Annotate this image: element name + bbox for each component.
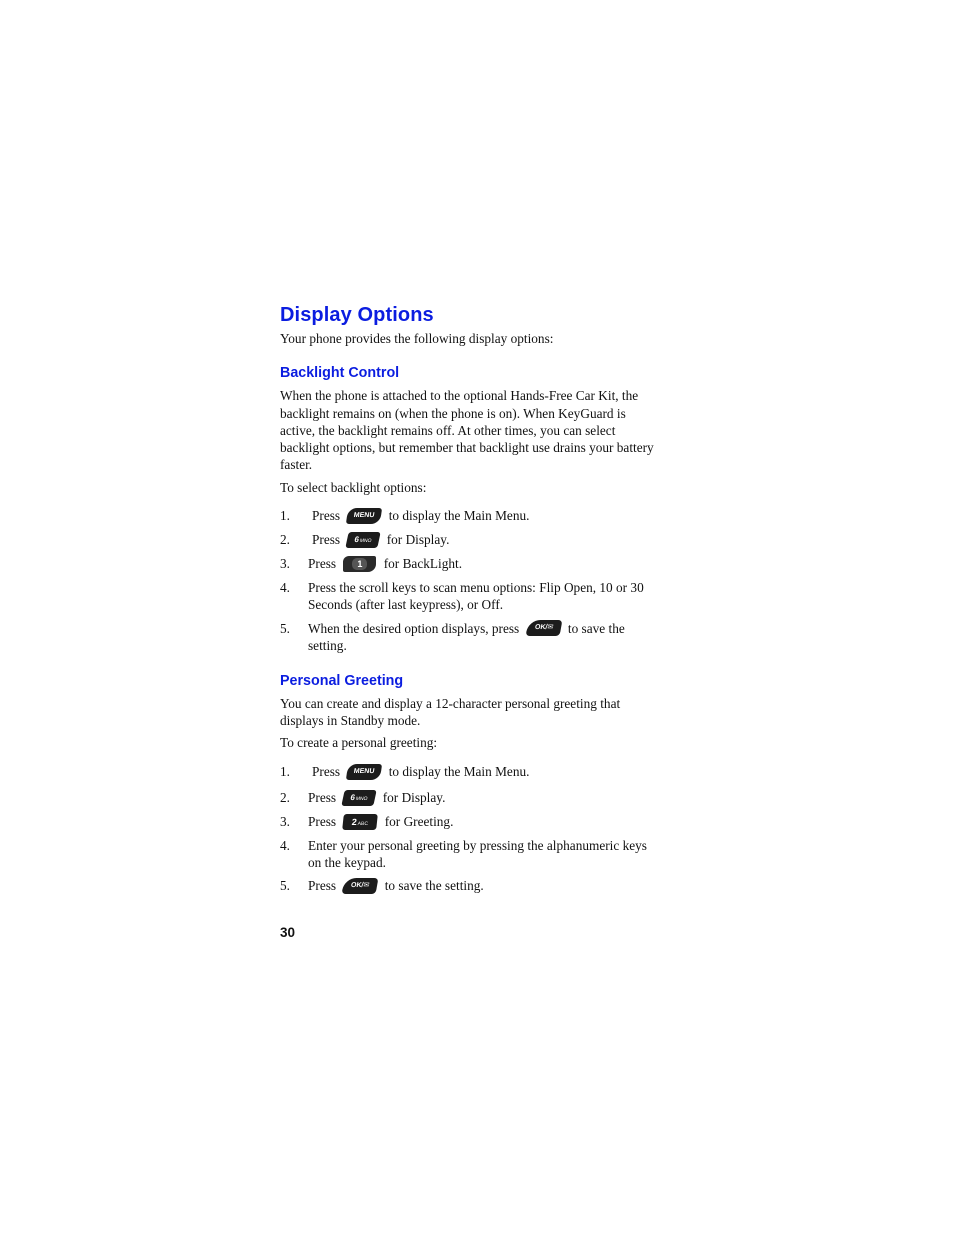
step-number: 2. [280, 789, 290, 805]
key-2-icon: 2ABC [342, 813, 379, 830]
step-number: 1. [280, 763, 290, 779]
backlight-paragraph: When the phone is attached to the option… [280, 388, 654, 473]
step-item: 3. Press 1 for BackLight. [280, 555, 660, 573]
step-text: Press [312, 763, 341, 779]
key-6-icon: 6MNO [345, 531, 382, 548]
step-text: Press [312, 532, 341, 548]
step-text: to display the Main Menu. [388, 763, 530, 779]
step-text: for Greeting. [384, 813, 454, 829]
greeting-paragraph: You can create and display a 12-characte… [280, 695, 621, 729]
greeting-lead: To create a personal greeting: [280, 735, 438, 751]
step-number: 3. [280, 555, 290, 571]
step-number: 4. [280, 579, 290, 595]
key-letters: MNO [355, 795, 369, 802]
key-digit: 1 [352, 557, 368, 570]
backlight-steps: 1. Press MENU to display the Main Menu. … [280, 507, 660, 655]
step-text: for Display. [382, 789, 446, 805]
step-text: Enter your personal greeting by pressing… [308, 837, 647, 870]
step-number: 5. [280, 620, 290, 636]
step-item: 2. Press 6MNO for Display. [280, 531, 660, 549]
step-text: Press [308, 878, 337, 894]
menu-key-icon: MENU [346, 508, 383, 525]
step-number: 2. [280, 532, 290, 548]
step-text: Press [308, 555, 337, 571]
step-text: When the desired option displays, press [308, 620, 520, 636]
section-heading-backlight: Backlight Control [280, 365, 400, 382]
step-text: Press [308, 789, 337, 805]
ok-key-icon: OK/✉ [341, 878, 379, 895]
step-text: to display the Main Menu. [388, 508, 530, 524]
step-item: 5. Press OK/✉ to save the setting. [280, 877, 660, 895]
step-item: 1. Press MENU to display the Main Menu. [280, 763, 660, 781]
step-item: 2. Press 6MNO for Display. [280, 789, 660, 807]
step-text: to save the setting. [384, 878, 484, 894]
step-text: for BackLight. [383, 555, 463, 571]
step-number: 5. [280, 878, 290, 894]
greeting-steps: 1. Press MENU to display the Main Menu. … [280, 763, 660, 895]
key-6-icon: 6MNO [341, 789, 378, 806]
step-item: 4. Press the scroll keys to scan menu op… [280, 579, 660, 614]
intro-text: Your phone provides the following displa… [280, 331, 554, 346]
step-text: Press [308, 813, 337, 829]
key-letters: MNO [359, 537, 373, 544]
page-number: 30 [280, 925, 296, 941]
key-letters: ABC [357, 820, 369, 827]
step-item: 5. When the desired option displays, pre… [280, 620, 660, 655]
manual-page: Display Options Your phone provides the … [280, 302, 660, 940]
step-item: 3. Press 2ABC for Greeting. [280, 813, 660, 831]
step-item: 4. Enter your personal greeting by press… [280, 837, 660, 872]
menu-key-icon: MENU [346, 763, 383, 780]
step-text: Press the scroll keys to scan menu optio… [308, 579, 644, 613]
step-number: 3. [280, 813, 290, 829]
step-text: for Display. [386, 532, 450, 548]
backlight-lead: To select backlight options: [280, 479, 427, 495]
step-number: 1. [280, 508, 290, 524]
step-text: Press [312, 508, 341, 524]
step-number: 4. [280, 837, 290, 853]
section-heading-greeting: Personal Greeting [280, 672, 404, 689]
ok-key-icon: OK/✉ [525, 620, 562, 637]
step-item: 1. Press MENU to display the Main Menu. [280, 507, 660, 525]
key-1-icon: 1 [343, 555, 377, 572]
page-title: Display Options [280, 304, 434, 326]
